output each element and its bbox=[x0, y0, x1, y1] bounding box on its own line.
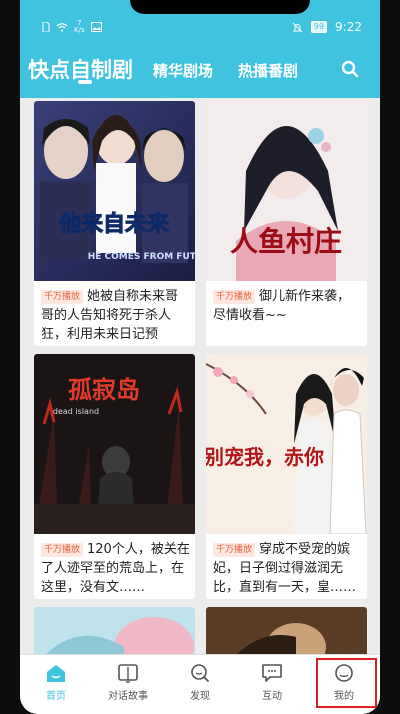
play-count-badge: 千万播放 bbox=[41, 290, 84, 304]
clock: 9:22 bbox=[335, 20, 362, 34]
story-grid: 他来自未来 HE COMES FROM FUTURE 千万播放她被自称未来哥哥的… bbox=[20, 98, 380, 667]
book-icon bbox=[118, 664, 138, 683]
story-description: 千万播放她被自称未来哥哥的人告知将死于杀人狂，利用未来日记预知…… bbox=[41, 287, 191, 344]
phone-frame: 7 K/s 99 9:22 快点自制剧 精华剧场 热播番剧 他来自未来 HE C… bbox=[0, 0, 400, 714]
story-cover[interactable]: 孤寂岛 dead island bbox=[34, 354, 195, 534]
highlight-box bbox=[316, 658, 377, 708]
cover-art: 皇上别宠我，赤你 bbox=[206, 354, 367, 534]
nav-home-label: 首页 bbox=[46, 691, 66, 702]
image-icon bbox=[90, 22, 102, 32]
nav-chat-stories-label: 对话故事 bbox=[108, 691, 148, 702]
active-tab-indicator bbox=[78, 80, 92, 84]
nav-discover-label: 发现 bbox=[190, 691, 210, 702]
cover-title-text: 孤寂岛 bbox=[68, 376, 140, 404]
story-cover[interactable]: 人鱼村庄 bbox=[206, 101, 367, 281]
story-description: 千万播放 御儿新作来袭，尽情收看~~ bbox=[213, 287, 363, 344]
search-icon[interactable] bbox=[341, 60, 359, 78]
wifi-icon bbox=[56, 23, 68, 32]
story-description: 千万播放 穿成不受宠的嫔妃，日子倒过得滋润无比，直到有一天，皇…… bbox=[213, 540, 363, 597]
cover-title-text: 皇上别宠我，赤你 bbox=[206, 445, 324, 469]
nav-home[interactable]: 首页 bbox=[20, 655, 92, 707]
cover-subtitle-text: HE COMES FROM FUTURE bbox=[88, 252, 195, 262]
nav-interact[interactable]: 互动 bbox=[236, 655, 308, 707]
play-count-badge: 千万播放 bbox=[213, 543, 256, 557]
header: 7 K/s 99 9:22 快点自制剧 精华剧场 热播番剧 bbox=[20, 0, 380, 98]
play-count-badge: 千万播放 bbox=[41, 543, 84, 557]
cover-title-text: 他来自未来 bbox=[58, 211, 170, 237]
camera-notch bbox=[130, 0, 310, 14]
tab-hot-series[interactable]: 热播番剧 bbox=[238, 60, 298, 81]
home-icon bbox=[47, 665, 65, 682]
network-speed-unit: K/s bbox=[74, 26, 85, 34]
play-count-badge: 千万播放 bbox=[213, 290, 256, 304]
story-cover[interactable]: 他来自未来 HE COMES FROM FUTURE bbox=[34, 101, 195, 281]
mute-icon bbox=[292, 22, 303, 32]
tab-featured-theater[interactable]: 精华剧场 bbox=[153, 60, 213, 81]
battery-level: 99 bbox=[310, 21, 328, 33]
nav-interact-label: 互动 bbox=[262, 691, 282, 702]
network-speed: 7 K/s bbox=[74, 20, 85, 34]
status-bar: 7 K/s 99 9:22 bbox=[20, 16, 380, 38]
cover-art: 孤寂岛 dead island bbox=[34, 354, 195, 534]
top-tab-bar: 快点自制剧 精华剧场 热播番剧 bbox=[20, 50, 380, 90]
cover-title-text: 人鱼村庄 bbox=[230, 225, 342, 258]
sim-icon bbox=[42, 22, 50, 32]
discover-search-icon bbox=[191, 664, 209, 682]
story-description: 千万播放 120个人，被关在了人迹罕至的荒岛上，在这里，没有文…… bbox=[41, 540, 191, 597]
story-card[interactable]: 孤寂岛 dead island 千万播放 120个人，被关在了人迹罕至的荒岛上，在… bbox=[34, 354, 195, 599]
story-card[interactable]: 人鱼村庄 千万播放 御儿新作来袭，尽情收看~~ bbox=[206, 101, 367, 346]
chat-bubble-icon bbox=[262, 664, 282, 682]
cover-subtitle-text: dead island bbox=[53, 407, 99, 416]
nav-chat-stories[interactable]: 对话故事 bbox=[92, 655, 164, 707]
app-screen: 7 K/s 99 9:22 快点自制剧 精华剧场 热播番剧 他来自未来 HE C… bbox=[20, 0, 380, 714]
story-cover[interactable]: 皇上别宠我，赤你 bbox=[206, 354, 367, 534]
cover-art: 他来自未来 HE COMES FROM FUTURE bbox=[34, 101, 195, 281]
cover-art: 人鱼村庄 bbox=[206, 101, 367, 281]
story-card[interactable]: 他来自未来 HE COMES FROM FUTURE 千万播放她被自称未来哥哥的… bbox=[34, 101, 195, 346]
story-card[interactable]: 皇上别宠我，赤你 千万播放穿成不受宠的嫔妃，日子倒过得滋润无比，直到有一天，皇…… bbox=[206, 354, 367, 599]
nav-discover[interactable]: 发现 bbox=[164, 655, 236, 707]
